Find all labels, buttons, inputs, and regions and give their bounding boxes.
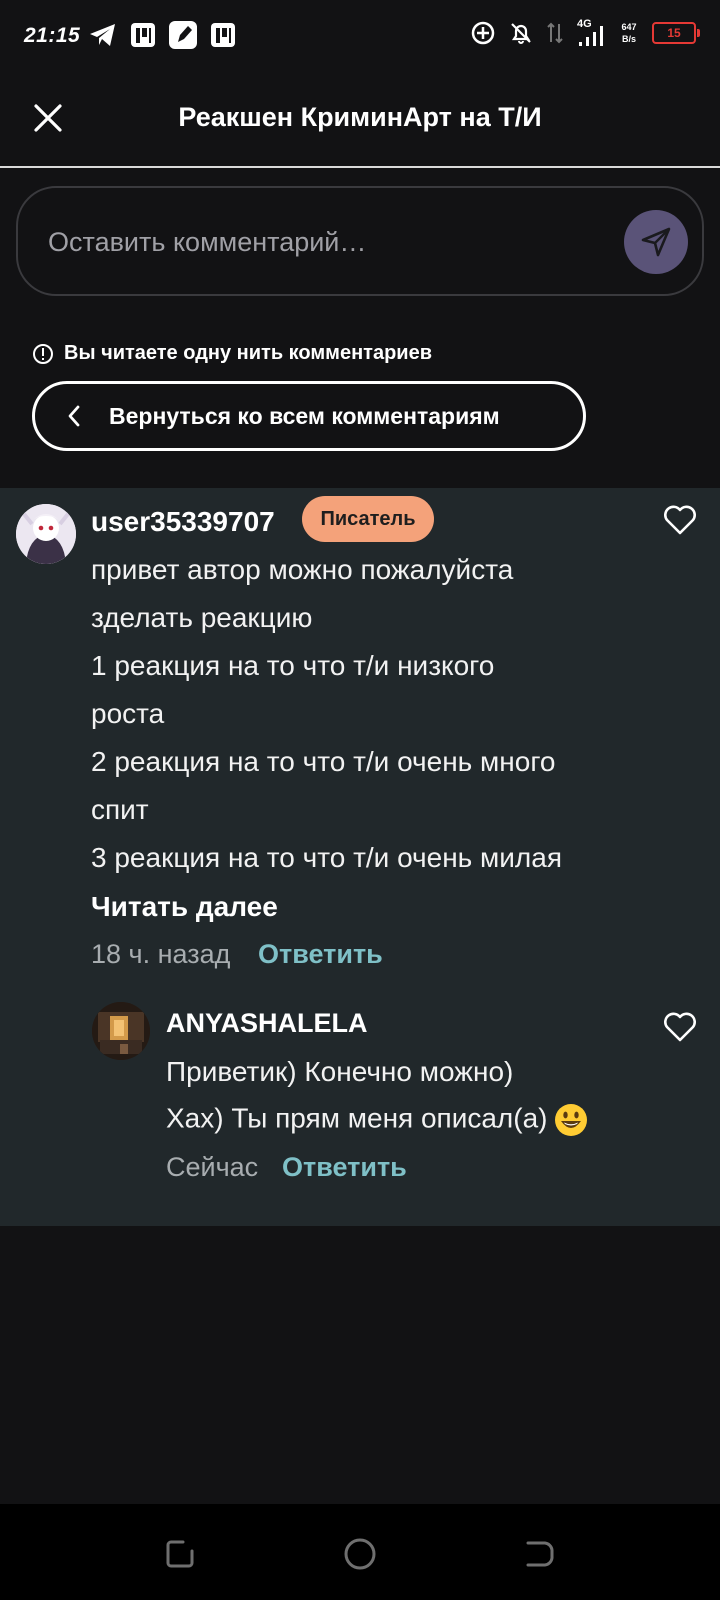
comment-text-line: 1 реакция на то что т/и низкого xyxy=(91,650,495,681)
chevron-left-icon xyxy=(67,405,81,427)
avatar[interactable] xyxy=(16,504,76,564)
data-arrows-icon xyxy=(547,22,563,44)
reply-username[interactable]: ANYASHALELA xyxy=(166,1008,368,1039)
reply-timestamp: Сейчас xyxy=(166,1152,259,1182)
notifications-off-icon xyxy=(511,23,531,44)
battery-icon: 15 xyxy=(652,22,700,44)
comment-text-line: зделать реакцию xyxy=(91,602,313,633)
reply-button[interactable]: Ответить xyxy=(258,939,383,970)
speed-value: 647 xyxy=(621,22,637,32)
comment-text-line: роста xyxy=(91,698,165,729)
comment-text-line: спит xyxy=(91,794,149,825)
battery-level: 15 xyxy=(667,26,681,40)
comment-input[interactable] xyxy=(48,220,588,264)
recent-apps-icon xyxy=(166,1540,194,1568)
avatar[interactable] xyxy=(92,1002,150,1060)
back-to-all-comments-button[interactable]: Вернуться ко всем комментариям xyxy=(32,381,586,451)
system-navigation-bar xyxy=(0,1504,720,1600)
reply-button[interactable]: Ответить xyxy=(282,1152,407,1183)
screen: 21:15 4G 647 B/s 15 Реакшен КриминАрт на… xyxy=(0,0,720,1600)
signal-4g-icon: 4G xyxy=(576,18,606,48)
p-app-icon xyxy=(211,23,235,47)
status-bar: 21:15 4G 647 B/s 15 xyxy=(0,0,720,72)
recent-apps-button[interactable] xyxy=(158,1532,202,1576)
telegram-icon xyxy=(90,24,115,46)
data-saver-icon xyxy=(471,21,495,45)
comment-thread: user35339707 Писатель привет автор можно… xyxy=(0,488,720,1226)
status-time: 21:15 xyxy=(24,24,81,47)
back-icon xyxy=(526,1541,554,1567)
comment-username[interactable]: user35339707 xyxy=(91,506,275,538)
top-app-bar: Реакшен КриминАрт на Т/И xyxy=(0,72,720,168)
like-button[interactable] xyxy=(660,1007,700,1047)
comment-timestamp: 18 ч. назад xyxy=(91,939,231,969)
thread-notice: Вы читаете одну нить комментариев xyxy=(32,342,432,365)
heart-icon xyxy=(664,505,696,535)
home-button[interactable] xyxy=(338,1532,382,1576)
p-app-icon xyxy=(131,23,155,47)
smiley-emoji-icon xyxy=(553,1102,589,1138)
status-left-icons xyxy=(88,20,236,50)
comment-input-box xyxy=(16,186,704,296)
home-circle-icon xyxy=(344,1538,376,1570)
speed-unit: B/s xyxy=(621,34,636,44)
reply-text-line: Хах) Ты прям меня описал(а) xyxy=(166,1102,589,1138)
send-button[interactable] xyxy=(624,210,688,274)
comment-text-line: привет автор можно пожалуйста xyxy=(91,554,514,585)
reply-text-line: Приветик) Конечно можно) xyxy=(166,1056,514,1087)
back-to-all-comments-label: Вернуться ко всем комментариям xyxy=(109,402,500,429)
thread-notice-text: Вы читаете одну нить комментариев xyxy=(64,342,433,364)
status-right-icons: 4G 647 B/s 15 xyxy=(470,18,700,48)
comment-text-line: 3 реакция на то что т/и очень милая xyxy=(91,842,562,873)
back-button[interactable] xyxy=(518,1532,562,1576)
info-icon xyxy=(33,343,53,364)
writer-badge: Писатель xyxy=(302,496,434,542)
reply-text: Хах) Ты прям меня описал(а) xyxy=(166,1102,548,1134)
notes-app-icon xyxy=(169,21,197,49)
heart-icon xyxy=(664,1012,696,1042)
send-icon xyxy=(641,227,671,257)
like-button[interactable] xyxy=(660,500,700,540)
read-more-link[interactable]: Читать далее xyxy=(91,891,278,923)
page-title: Реакшен КриминАрт на Т/И xyxy=(178,102,542,132)
network-speed: 647 B/s xyxy=(618,21,640,45)
comment-text-line: 2 реакция на то что т/и очень много xyxy=(91,746,556,777)
